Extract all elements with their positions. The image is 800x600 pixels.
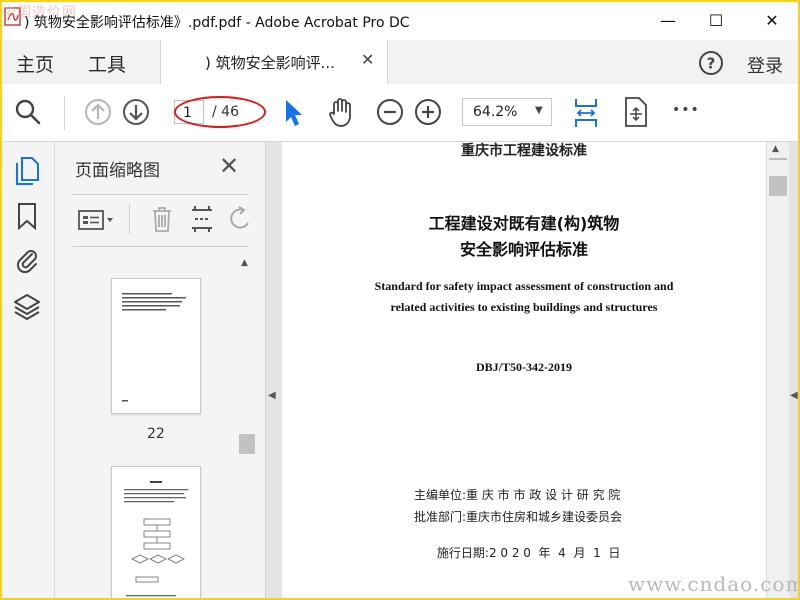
doc-approve-value: 重庆市住房和城乡建设委员会 xyxy=(466,510,623,524)
more-tools-icon[interactable]: ••• xyxy=(672,102,700,118)
title-bar: 中国造价网 ) 筑物安全影响评估标准》.pdf.pdf - Adobe Acro… xyxy=(2,2,798,40)
doc-standard-code: DBJ/T50-342-2019 xyxy=(476,360,572,374)
close-window-button[interactable]: ✕ xyxy=(746,2,798,40)
zoom-in-icon[interactable] xyxy=(414,98,442,126)
doc-chief-label: 主编单位: xyxy=(414,488,467,502)
rotate-thumbnail-icon[interactable] xyxy=(229,206,251,234)
panel-tool-divider xyxy=(129,204,130,234)
toolbar: 1 / 46 64.2% ▼ ••• xyxy=(2,84,798,142)
window-title: ) 筑物安全影响评估标准》.pdf.pdf - Adobe Acrobat Pr… xyxy=(24,15,410,31)
thumbnails-scrollbar[interactable]: ▲ xyxy=(238,256,255,598)
zoom-out-icon[interactable] xyxy=(376,98,404,126)
rotate-page-icon[interactable] xyxy=(622,96,650,128)
page-number-highlight xyxy=(174,96,266,128)
scrollbar-thumb[interactable] xyxy=(769,176,787,196)
zoom-value: 64.2% xyxy=(473,104,518,120)
toolbar-divider xyxy=(64,96,65,130)
delete-page-icon[interactable] xyxy=(149,204,175,234)
doc-date-label: 施行日期: xyxy=(436,546,489,560)
select-pointer-icon[interactable] xyxy=(282,98,306,128)
fit-width-icon[interactable] xyxy=(572,96,600,130)
scrollbar-thumb[interactable] xyxy=(239,434,255,454)
help-icon[interactable]: ? xyxy=(698,50,724,76)
document-scrollbar[interactable]: ▲ xyxy=(766,142,789,598)
svg-text:?: ? xyxy=(707,55,716,73)
page-thumbnail[interactable] xyxy=(111,278,201,414)
login-button[interactable]: 登录 xyxy=(747,52,783,78)
pdf-page: 重庆市工程建设标准 工程建设对既有建(构)筑物 安全影响评估标准 Standar… xyxy=(282,142,766,598)
close-tab-icon[interactable]: ✕ xyxy=(361,50,374,69)
panel-divider xyxy=(73,194,249,195)
attachment-icon[interactable] xyxy=(14,246,40,276)
thumbnail-options-icon[interactable] xyxy=(77,208,117,232)
doc-approve-row: 批准部门:重庆市住房和城乡建设委员会 xyxy=(414,508,622,525)
insert-page-icon[interactable] xyxy=(189,204,215,234)
doc-approve-label: 批准部门: xyxy=(414,510,467,524)
doc-title-line1: 工程建设对既有建(构)筑物 xyxy=(428,214,620,233)
search-icon[interactable] xyxy=(14,98,42,126)
doc-english-title-line1: Standard for safety impact assessment of… xyxy=(374,279,674,293)
watermark-bottom: www.cndao.com xyxy=(628,572,800,596)
layers-icon[interactable] xyxy=(12,292,42,322)
doc-english-title-line2: related activities to existing buildings… xyxy=(390,300,658,314)
collapse-right-panel-icon[interactable]: ◀ xyxy=(790,390,798,401)
minimize-button[interactable]: — xyxy=(642,2,694,40)
scrollbar-track-mark xyxy=(769,158,787,160)
tab-document[interactable]: ) 筑物安全影响评... ✕ xyxy=(160,40,388,85)
tab-tools[interactable]: 工具 xyxy=(88,50,126,77)
hand-tool-icon[interactable] xyxy=(326,96,356,128)
page-thumbnails-icon[interactable] xyxy=(14,156,40,186)
page-thumbnail-preview xyxy=(124,481,188,597)
chevron-down-icon: ▼ xyxy=(535,105,543,116)
collapse-left-panel-icon[interactable]: ◀ xyxy=(268,390,276,401)
thumbnail-page-label: 22 xyxy=(147,426,165,442)
scroll-up-icon[interactable]: ▲ xyxy=(772,144,779,154)
doc-chief-value: 重 庆 市 市 政 设 计 研 究 院 xyxy=(466,488,621,502)
doc-title-line2: 安全影响评估标准 xyxy=(459,240,588,259)
tab-home[interactable]: 主页 xyxy=(16,50,54,77)
doc-header: 重庆市工程建设标准 xyxy=(461,143,587,159)
page-thumbnail[interactable] xyxy=(111,466,201,598)
maximize-button[interactable]: ☐ xyxy=(690,2,742,40)
doc-chief-row: 主编单位:重 庆 市 市 政 设 计 研 究 院 xyxy=(414,486,620,503)
close-panel-icon[interactable]: ✕ xyxy=(219,152,239,180)
zoom-select[interactable]: 64.2% ▼ xyxy=(462,98,552,126)
next-page-icon[interactable] xyxy=(122,98,150,126)
app-window: 中国造价网 ) 筑物安全影响评估标准》.pdf.pdf - Adobe Acro… xyxy=(0,0,800,600)
bookmark-icon[interactable] xyxy=(16,202,38,230)
thumbnails-panel-title: 页面缩略图 xyxy=(75,161,160,181)
thumbnails-panel: 页面缩略图 ✕ 22 ▲ xyxy=(55,142,266,598)
page-thumbnail-preview xyxy=(122,293,186,402)
previous-page-icon[interactable] xyxy=(84,98,112,126)
scroll-up-icon[interactable]: ▲ xyxy=(241,258,248,268)
doc-date-row: 施行日期:2 0 2 0 年 4 月 1 日 xyxy=(414,530,620,575)
document-tab-label: ) 筑物安全影响评... xyxy=(205,54,335,72)
panel-divider xyxy=(73,246,249,247)
left-navigation-rail xyxy=(2,142,55,598)
doc-date-value: 2 0 2 0 年 4 月 1 日 xyxy=(488,546,621,560)
